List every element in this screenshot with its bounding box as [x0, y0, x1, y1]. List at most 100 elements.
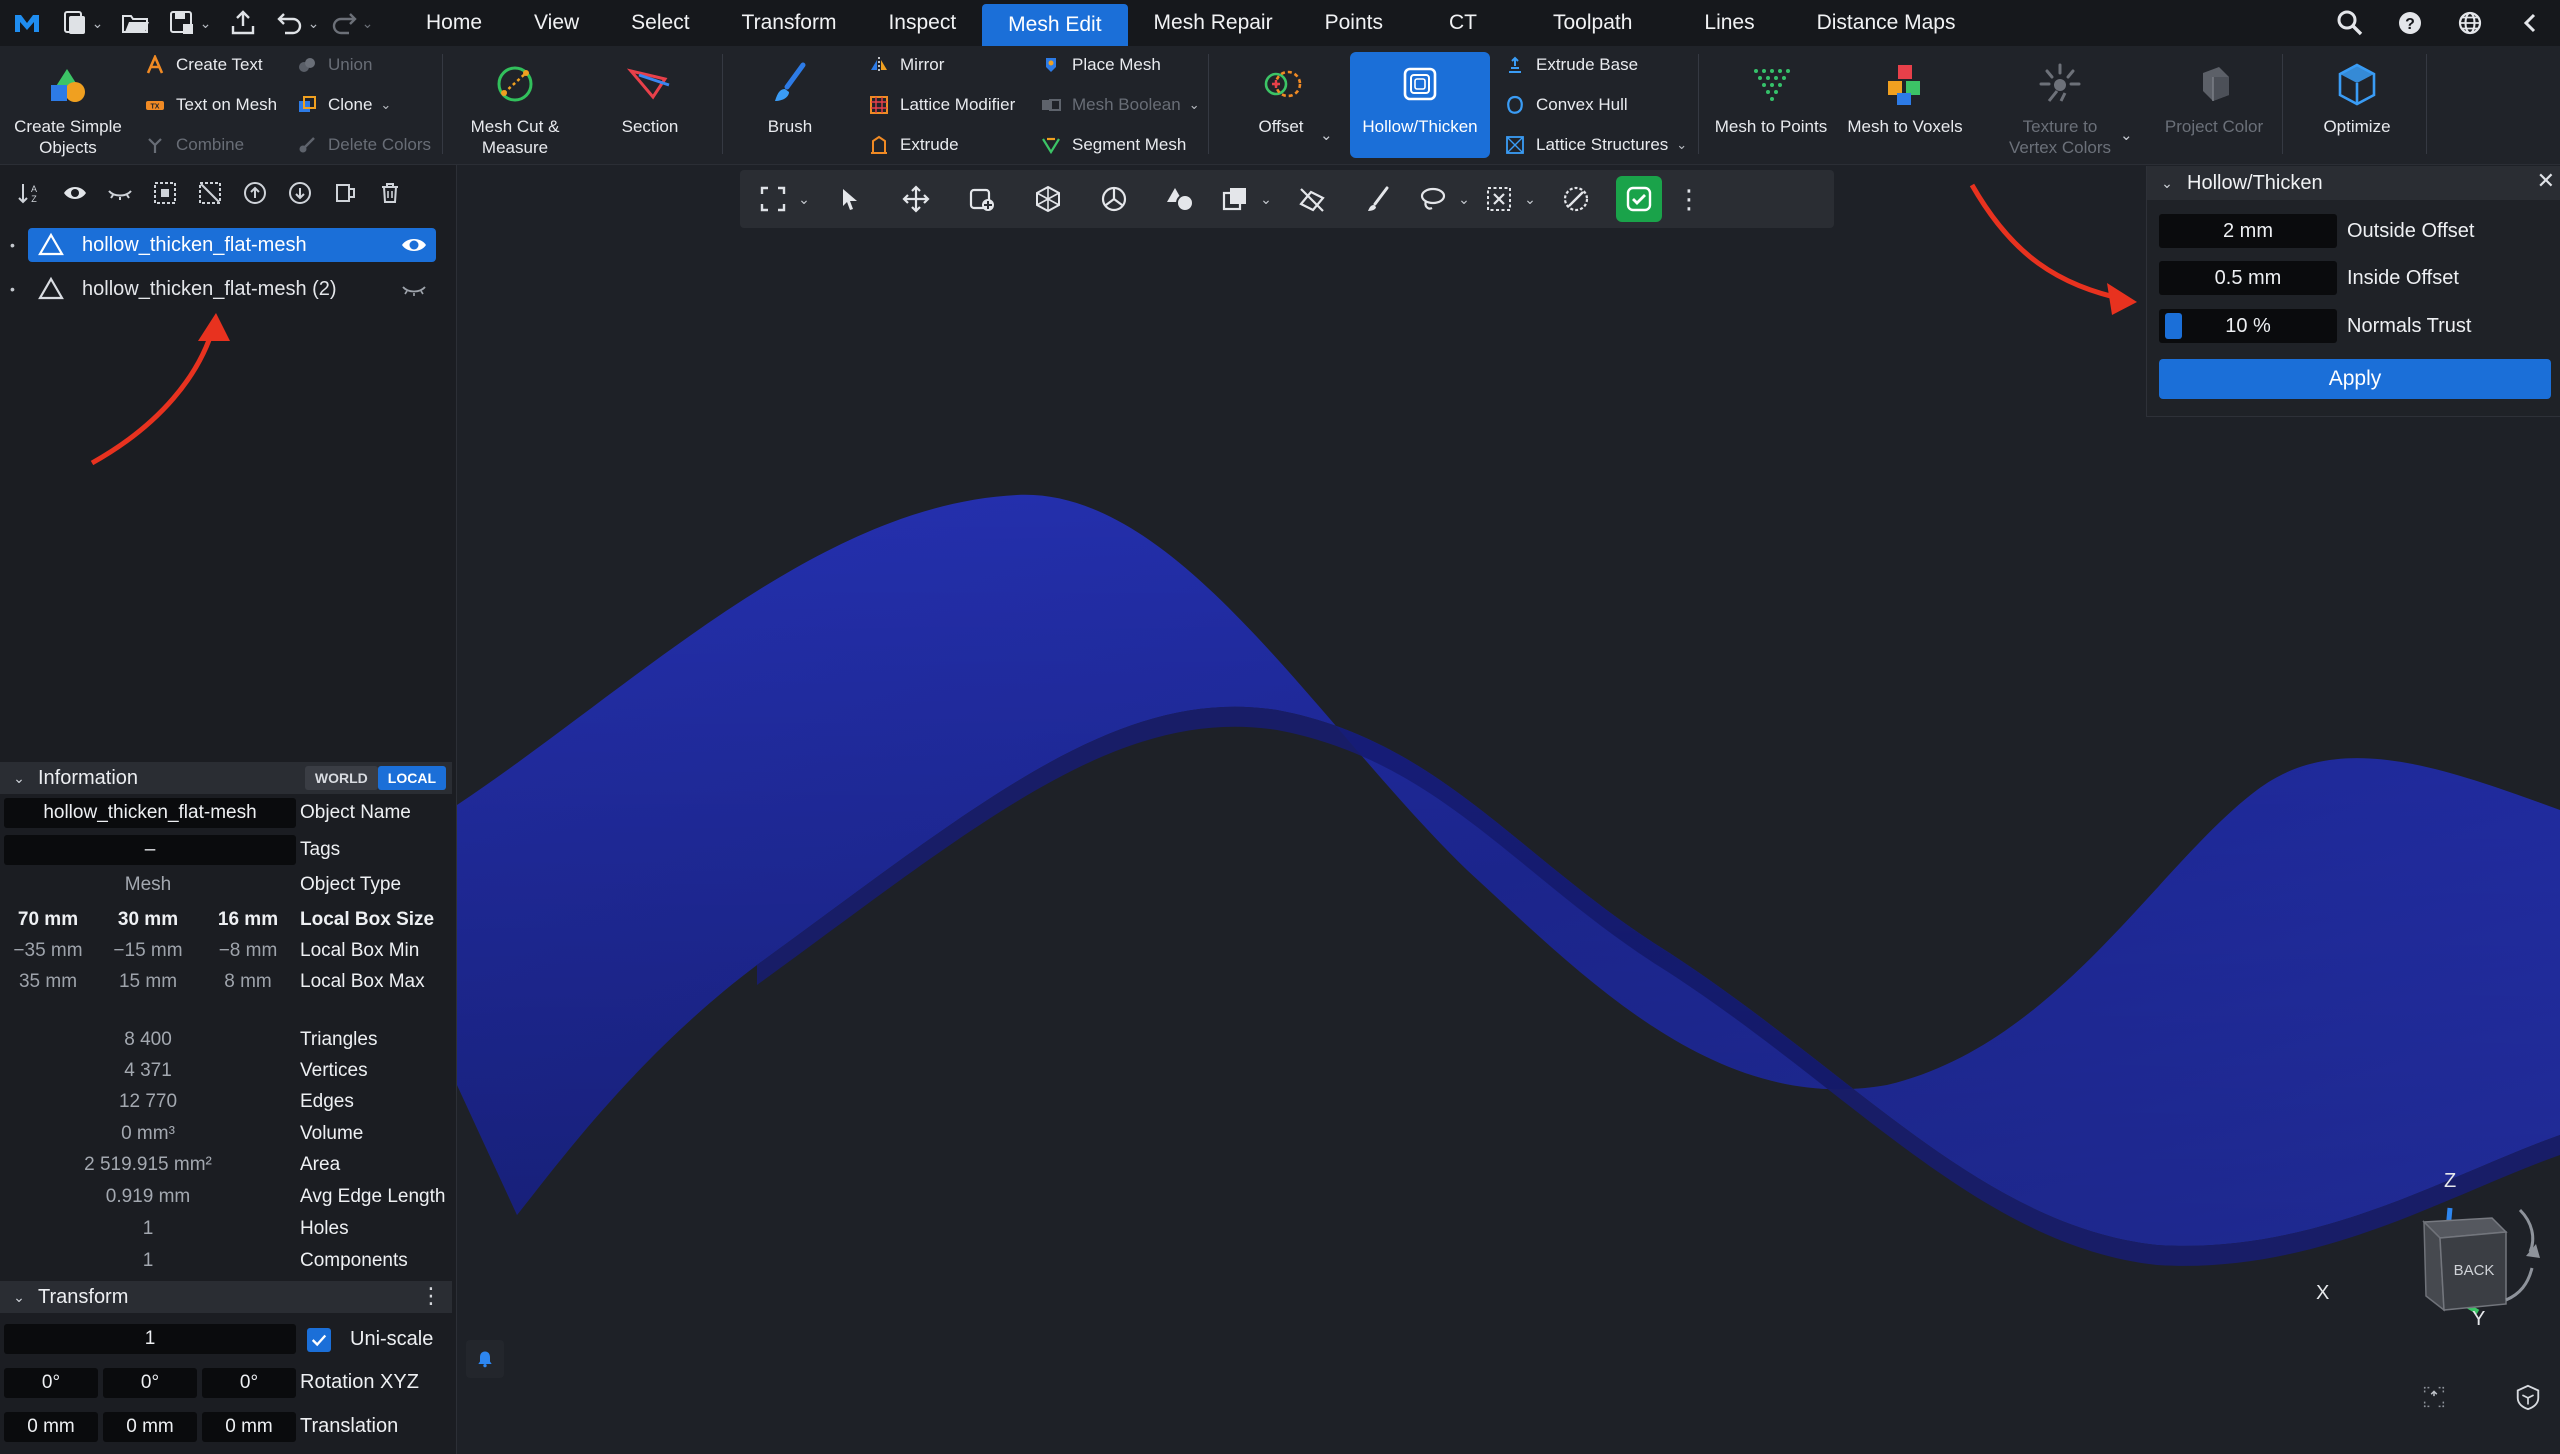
clear-selection-icon[interactable] [1550, 174, 1602, 224]
apply-button[interactable]: Apply [2159, 359, 2551, 399]
rotation-x-field[interactable]: 0° [4, 1368, 98, 1398]
text-on-mesh-button[interactable]: TX Text on Mesh [144, 90, 277, 120]
export-icon[interactable] [216, 0, 270, 46]
delete-colors-button[interactable]: Delete Colors [296, 130, 431, 160]
translation-y-field[interactable]: 0 mm [103, 1412, 197, 1442]
search-icon[interactable] [2320, 0, 2380, 46]
redo-icon[interactable]: ⌄ [324, 0, 378, 46]
save-icon[interactable]: ⌄ [162, 0, 216, 46]
view-settings-icon[interactable] [2510, 1379, 2546, 1415]
undo-icon[interactable]: ⌄ [270, 0, 324, 46]
box-deselect-icon[interactable]: ⌄ [1484, 174, 1536, 224]
mesh-cut-measure-button[interactable]: Mesh Cut & Measure [460, 52, 570, 158]
texture-to-vertex-colors-button[interactable]: Texture to Vertex Colors [1990, 52, 2130, 158]
move-arrows-icon[interactable] [890, 174, 942, 224]
ribbon-separator [1208, 54, 1209, 154]
local-toggle[interactable]: LOCAL [377, 766, 446, 790]
transform-gizmo-icon[interactable] [1022, 174, 1074, 224]
notification-bell-icon[interactable] [466, 1340, 504, 1378]
information-section-header[interactable]: ⌄ Information WORLD LOCAL [0, 762, 452, 794]
mesh-to-voxels-button[interactable]: Mesh to Voxels [1842, 52, 1968, 158]
clone-button[interactable]: Clone ⌄ [296, 90, 391, 120]
union-button[interactable]: Union [296, 50, 372, 80]
paint-brush-icon[interactable] [1352, 174, 1404, 224]
quick-access-toolbar: ⌄ ⌄ ⌄ ⌄ [0, 0, 378, 46]
hide-faces-icon[interactable] [1286, 174, 1338, 224]
select-pointer-icon[interactable] [824, 174, 876, 224]
hollow-thicken-button[interactable]: Hollow/Thicken [1350, 52, 1490, 158]
globe-icon[interactable] [2440, 0, 2500, 46]
texture-to-vertex-colors-dropdown-icon[interactable]: ⌄ [2120, 126, 2133, 144]
brush-button[interactable]: Brush [740, 52, 840, 158]
create-simple-objects-button[interactable]: Create Simple Objects [6, 52, 130, 158]
tab-mesh-edit[interactable]: Mesh Edit [982, 4, 1128, 46]
tab-ct[interactable]: CT [1409, 0, 1517, 46]
tab-transform[interactable]: Transform [716, 0, 863, 46]
chevron-down-icon: ⌄ [2161, 174, 2173, 191]
close-icon[interactable]: ✕ [2537, 168, 2555, 194]
convex-hull-button[interactable]: Convex Hull [1504, 90, 1628, 120]
shapes-tool-icon[interactable] [1154, 174, 1206, 224]
object-name-row: Object Name [300, 802, 411, 823]
place-mesh-button[interactable]: Place Mesh [1040, 50, 1161, 80]
rotation-y-field[interactable]: 0° [103, 1368, 197, 1398]
tab-mesh-repair[interactable]: Mesh Repair [1128, 0, 1299, 46]
transform-title: Transform [38, 1285, 129, 1308]
extrude-base-button[interactable]: Extrude Base [1504, 50, 1638, 80]
navigation-cube[interactable]: BACK Z X Y [2316, 1160, 2550, 1340]
new-file-icon[interactable]: ⌄ [54, 0, 108, 46]
section-button[interactable]: Section [600, 52, 700, 158]
tab-toolpath[interactable]: Toolpath [1517, 0, 1668, 46]
hollow-thicken-panel-header[interactable]: ⌄ Hollow/Thicken ✕ [2147, 166, 2560, 200]
world-toggle[interactable]: WORLD [304, 766, 378, 790]
tab-lines[interactable]: Lines [1668, 0, 1790, 46]
tab-inspect[interactable]: Inspect [862, 0, 982, 46]
inside-offset-input[interactable]: 0.5 mm [2159, 261, 2337, 295]
translation-x-field[interactable]: 0 mm [4, 1412, 98, 1442]
tab-select[interactable]: Select [605, 0, 715, 46]
combine-button[interactable]: Combine [144, 130, 244, 160]
mesh-boolean-button[interactable]: Mesh Boolean ⌄ [1040, 90, 1200, 120]
mesh-cut-icon [487, 56, 543, 112]
normals-trust-slider[interactable]: 10 % [2159, 309, 2337, 343]
optimize-button[interactable]: Optimize [2294, 52, 2420, 158]
avg-edge-length-row: 0.919 mm Avg Edge Length [105, 1186, 446, 1207]
lattice-modifier-button[interactable]: Lattice Modifier [868, 90, 1015, 120]
rotation-z-field[interactable]: 0° [202, 1368, 296, 1398]
segment-mesh-button[interactable]: Segment Mesh [1040, 130, 1186, 160]
rotate-view-icon[interactable] [1088, 174, 1140, 224]
uniscale-checkbox[interactable] [307, 1328, 331, 1352]
transform-section-header[interactable]: ⌄ Transform ⋮ [0, 1281, 452, 1313]
fit-view-icon[interactable]: ⌄ [758, 174, 810, 224]
tab-distance-maps[interactable]: Distance Maps [1791, 0, 1982, 46]
duplicate-icon[interactable]: ⌄ [1220, 174, 1272, 224]
outside-offset-input[interactable]: 2 mm [2159, 214, 2337, 248]
offset-dropdown-icon[interactable]: ⌄ [1320, 126, 1333, 144]
open-folder-icon[interactable] [108, 0, 162, 46]
lattice-structures-button[interactable]: Lattice Structures ⌄ [1504, 130, 1687, 160]
scale-field[interactable]: 1 [4, 1324, 296, 1354]
extrude-icon [868, 134, 890, 156]
project-color-button[interactable]: Project Color [2150, 52, 2278, 158]
more-options-icon[interactable]: ⋮ [420, 1283, 442, 1309]
focus-icon[interactable] [2416, 1379, 2452, 1415]
vertices-row: 4 371 Vertices [124, 1060, 368, 1081]
translation-z-field[interactable]: 0 mm [202, 1412, 296, 1442]
mirror-button[interactable]: Mirror [868, 50, 944, 80]
mesh-to-points-button[interactable]: Mesh to Points [1708, 52, 1834, 158]
app-logo-icon[interactable] [0, 0, 54, 46]
lasso-select-icon[interactable]: ⌄ [1418, 174, 1470, 224]
tab-points[interactable]: Points [1299, 0, 1409, 46]
tab-home[interactable]: Home [400, 0, 508, 46]
tab-view[interactable]: View [508, 0, 605, 46]
help-icon[interactable]: ? [2380, 0, 2440, 46]
more-tools-icon[interactable]: ⋮ [1676, 174, 1702, 224]
edit-object-icon[interactable] [956, 174, 1008, 224]
coordinate-space-toggle: WORLD LOCAL [304, 766, 446, 790]
annotation-arrow-top-right [1969, 183, 2137, 315]
create-text-button[interactable]: Create Text [144, 50, 263, 80]
extrude-button[interactable]: Extrude [868, 130, 959, 160]
place-mesh-icon [1040, 54, 1062, 76]
collapse-ribbon-icon[interactable] [2500, 0, 2560, 46]
confirm-check-icon[interactable] [1616, 176, 1662, 222]
